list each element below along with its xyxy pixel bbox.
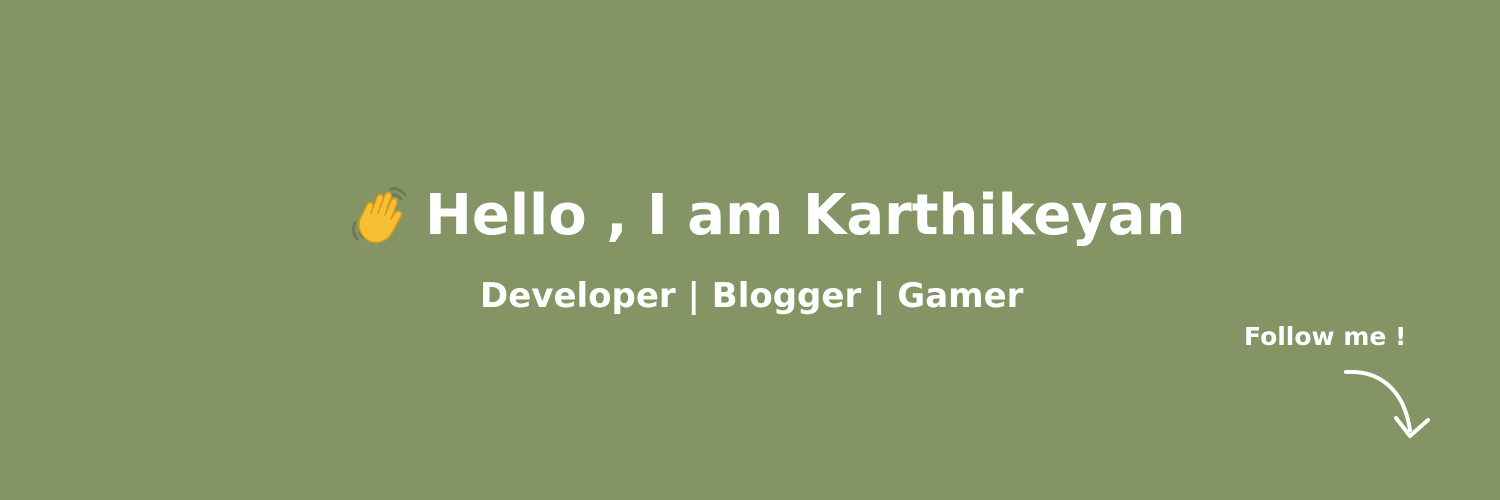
page-title: Hello , I am Karthikeyan: [425, 183, 1186, 248]
tagline: Developer | Blogger | Gamer: [480, 276, 1024, 316]
curved-arrow-down-icon: [1340, 362, 1440, 448]
waving-hand-icon: [347, 183, 413, 249]
headline: Hello , I am Karthikeyan: [347, 176, 1185, 256]
follow-me-label: Follow me !: [1244, 322, 1407, 351]
profile-banner: Hello , I am Karthikeyan Developer | Blo…: [0, 0, 1500, 500]
